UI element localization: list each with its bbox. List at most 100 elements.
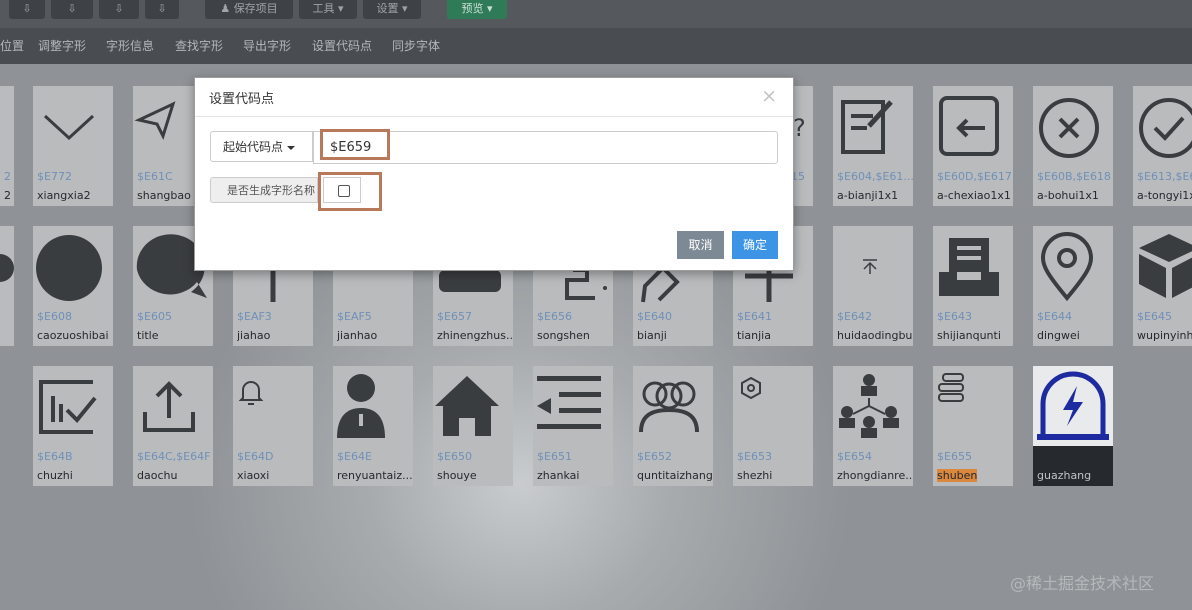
- menu-item-position[interactable]: 位置: [0, 28, 24, 64]
- glyph-name: bianji: [637, 329, 667, 342]
- location-pin-icon: [1040, 232, 1094, 302]
- close-icon[interactable]: ×: [761, 87, 777, 106]
- filled-circle-icon: [36, 235, 102, 301]
- glyph-code: $E64E: [337, 450, 372, 463]
- glyph-card[interactable]: $E650 shouye: [433, 366, 513, 486]
- glyph-code: $E613,$E6...: [1137, 170, 1192, 183]
- glyph-card[interactable]: 2 2: [0, 86, 14, 206]
- glyph-code: $E64C,$E64F: [137, 450, 211, 463]
- confirm-button[interactable]: 确定: [732, 231, 778, 259]
- tools-label: 工具: [312, 2, 335, 15]
- glyph-card[interactable]: $E655 shuben: [933, 366, 1013, 486]
- glyph-name: a-chexiao1x1: [937, 189, 1011, 202]
- settings-label: 设置: [376, 2, 399, 15]
- filled-circle-icon: [0, 254, 14, 282]
- dialog-header: 设置代码点 ×: [195, 78, 793, 117]
- dialog-title: 设置代码点: [209, 92, 275, 107]
- glyph-name: caozuoshibai: [37, 329, 109, 342]
- menu-item-set-codepoint[interactable]: 设置代码点: [312, 28, 372, 64]
- glyph-card[interactable]: $E642 huidaodingbu: [833, 226, 913, 346]
- glyph-name: title: [137, 329, 159, 342]
- glyph-code: $E651: [537, 450, 572, 463]
- glyph-card[interactable]: $E604,$E61... a-bianji1x1: [833, 86, 913, 206]
- menu-item-find-glyph[interactable]: 查找字形: [175, 28, 223, 64]
- top-toolbar: ⇩ ⇩ ⇩ ⇩ ♟ 保存项目 工具 ▾ 设置 ▾ 预览 ▾: [0, 0, 1192, 28]
- glyph-card[interactable]: $E64E renyuantaiz...: [333, 366, 413, 486]
- preview-button[interactable]: 预览 ▾: [447, 0, 507, 19]
- glyph-card[interactable]: $E654 zhongdianre...: [833, 366, 913, 486]
- glyph-name: zhongdianre...: [837, 469, 913, 482]
- start-codepoint-dropdown[interactable]: 起始代码点: [210, 131, 313, 162]
- circle-x-icon: [1039, 98, 1099, 158]
- glyph-code: $E64B: [37, 450, 73, 463]
- start-codepoint-label: 起始代码点: [223, 140, 284, 154]
- glyph-name: quntitaizhang: [637, 469, 713, 482]
- glyph-code: $E640: [637, 310, 672, 323]
- preview-label: 预览: [461, 2, 484, 15]
- glyph-card-selected[interactable]: guazhang: [1033, 366, 1113, 486]
- svg-text:?: ?: [793, 114, 806, 142]
- glyph-name: guazhang: [1037, 469, 1092, 482]
- glyph-name: zhinengzhus...: [437, 329, 513, 342]
- caret-down-icon: [287, 145, 296, 150]
- menu-item-export-glyph[interactable]: 导出字形: [243, 28, 291, 64]
- glyph-card[interactable]: $E60D,$E617 a-chexiao1x1: [933, 86, 1013, 206]
- glyph-name: dingwei: [1037, 329, 1080, 342]
- glyph-code: $E654: [837, 450, 872, 463]
- glyph-card[interactable]: $E653 shezhi: [733, 366, 813, 486]
- glyph-code: $E652: [637, 450, 672, 463]
- tools-button[interactable]: 工具 ▾: [299, 0, 357, 19]
- glyph-name: jianhao: [337, 329, 378, 342]
- menu-item-glyph-info[interactable]: 字形信息: [106, 28, 154, 64]
- glyph-card[interactable]: $E651 zhankai: [533, 366, 613, 486]
- glyph-card[interactable]: $E772 xiangxia2: [33, 86, 113, 206]
- download-button-1[interactable]: ⇩: [9, 0, 45, 19]
- glyph-code: $EAF5: [337, 310, 372, 323]
- glyph-code: $E655: [937, 450, 972, 463]
- glyph-card[interactable]: $E645 wupinyinh...: [1133, 226, 1192, 346]
- glyph-code: $E60D,$E617: [937, 170, 1012, 183]
- glyph-name: xiaoxi: [237, 469, 270, 482]
- glyph-code: $E653: [737, 450, 772, 463]
- menu-item-adjust-glyph[interactable]: 调整字形: [38, 28, 86, 64]
- glyph-card[interactable]: $E608 caozuoshibai: [33, 226, 113, 346]
- glyph-name: shuben: [937, 469, 978, 482]
- bell-icon: ♟: [220, 2, 231, 15]
- glyph-code: $E645: [1137, 310, 1172, 323]
- glyph-name: shezhi: [737, 469, 773, 482]
- download-button-2[interactable]: ⇩: [51, 0, 93, 19]
- bell-icon: [238, 381, 264, 405]
- glyph-name: songshen: [537, 329, 590, 342]
- glyph-name: renyuantaiz...: [337, 469, 413, 482]
- upload-icon: [143, 381, 195, 432]
- download-button-3[interactable]: ⇩: [99, 0, 139, 19]
- home-icon: [435, 376, 499, 436]
- glyph-card[interactable]: $E652 quntitaizhang: [633, 366, 713, 486]
- glyph-name: huidaodingbu: [837, 329, 913, 342]
- glyph-card[interactable]: $E613,$E6... a-tongyi1x1: [1133, 86, 1192, 206]
- glyph-card[interactable]: [0, 226, 14, 346]
- glyph-card[interactable]: $E643 shijianqunti: [933, 226, 1013, 346]
- chevron-down-icon: [43, 114, 95, 141]
- cancel-button[interactable]: 取消: [677, 231, 724, 259]
- glyph-name: wupinyinh...: [1137, 329, 1192, 342]
- glyph-card[interactable]: $E64B chuzhi: [33, 366, 113, 486]
- glyph-code: $E604,$E61...: [837, 170, 913, 183]
- glyph-card[interactable]: $E64C,$E64F daochu: [133, 366, 213, 486]
- set-codepoint-dialog: 设置代码点 × 起始代码点 $E659 是否生成字形名称 取消 确定: [194, 77, 794, 271]
- glyph-name: a-tongyi1x1: [1137, 189, 1192, 202]
- glyph-code: $E643: [937, 310, 972, 323]
- generate-name-label: 是否生成字形名称: [210, 177, 318, 203]
- glyph-card[interactable]: $E64D xiaoxi: [233, 366, 313, 486]
- inbox-icon: [939, 238, 999, 296]
- settings-button[interactable]: 设置 ▾: [363, 0, 421, 19]
- save-project-button[interactable]: ♟ 保存项目: [205, 0, 293, 19]
- download-button-4[interactable]: ⇩: [145, 0, 179, 19]
- org-chart-icon: [839, 374, 899, 438]
- glyph-name: shouye: [437, 469, 477, 482]
- glyph-card[interactable]: $E644 dingwei: [1033, 226, 1113, 346]
- menu-item-sync-font[interactable]: 同步字体: [392, 28, 440, 64]
- watermark: @稀土掘金技术社区: [1010, 574, 1155, 593]
- glyph-card[interactable]: $E60B,$E618 a-bohui1x1: [1033, 86, 1113, 206]
- glyph-name: daochu: [137, 469, 178, 482]
